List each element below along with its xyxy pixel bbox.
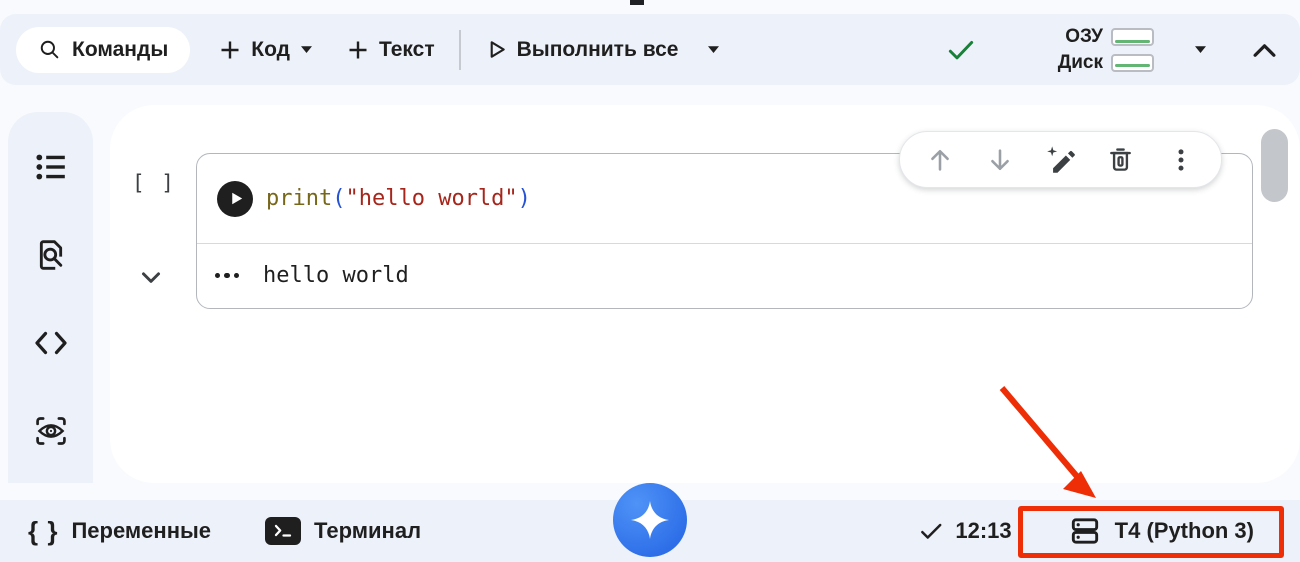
ram-usage-meter — [1111, 27, 1154, 46]
commands-button[interactable]: Команды — [16, 26, 191, 73]
sidebar-item-find-and-replace[interactable] — [34, 238, 68, 272]
sidebar-item-variable-inspector[interactable] — [34, 414, 68, 448]
code-brackets-icon — [34, 331, 67, 355]
add-code-label: Код — [251, 37, 290, 61]
main-toolbar: Команды Код Текст Выполнить все ОЗУ Диск — [0, 14, 1300, 85]
execution-time-indicator[interactable]: 12:13 — [918, 518, 1012, 544]
add-code-dropdown[interactable] — [290, 30, 324, 70]
code-token-string: "hello world" — [345, 186, 518, 211]
braces-icon: { } — [28, 516, 59, 546]
add-code-button[interactable]: Код — [218, 38, 290, 62]
check-icon — [921, 523, 942, 539]
move-cell-up-button[interactable] — [920, 140, 960, 180]
add-text-label: Текст — [378, 37, 435, 61]
left-sidebar — [8, 112, 93, 483]
terminal-label: Терминал — [314, 518, 422, 543]
connected-check-icon — [948, 40, 973, 59]
output-text: hello world — [263, 263, 409, 288]
cell-output-row: hello world — [197, 244, 1252, 307]
scrollbar-thumb[interactable] — [1261, 129, 1288, 202]
colab-window: Команды Код Текст Выполнить все ОЗУ Диск… — [0, 0, 1300, 562]
arrow-up-icon — [931, 149, 949, 171]
gemini-button[interactable] — [613, 483, 687, 557]
variables-button[interactable]: { } Переменные — [28, 518, 211, 544]
resources-indicator[interactable]: ОЗУ Диск — [1058, 26, 1154, 74]
plus-icon — [349, 41, 367, 58]
resources-dropdown[interactable] — [1180, 30, 1220, 70]
sidebar-item-code-snippets[interactable] — [34, 326, 68, 360]
ram-label: ОЗУ — [1065, 25, 1103, 47]
chevron-down-icon — [707, 46, 719, 53]
delete-cell-button[interactable] — [1101, 140, 1141, 180]
toolbar-divider — [458, 29, 461, 70]
chevron-down-icon — [142, 272, 160, 283]
cropped-cursor-fragment — [630, 0, 644, 5]
runtime-server-icon — [1071, 518, 1098, 544]
kebab-menu-icon — [1178, 148, 1184, 171]
commands-label: Команды — [72, 37, 169, 61]
run-all-button[interactable]: Выполнить все — [485, 37, 679, 62]
eye-scan-icon — [35, 417, 66, 445]
trash-icon — [1110, 148, 1132, 171]
disk-label: Диск — [1057, 51, 1103, 73]
move-cell-down-button[interactable] — [980, 140, 1020, 180]
magic-pencil-icon — [1047, 145, 1076, 173]
code-token-paren-close: ) — [517, 186, 531, 211]
collapse-output-button[interactable] — [136, 262, 166, 297]
execution-time-label: 12:13 — [955, 518, 1012, 543]
sidebar-item-table-of-contents[interactable] — [34, 150, 68, 184]
run-all-label: Выполнить все — [516, 37, 679, 61]
chevron-up-icon — [1253, 43, 1275, 57]
execution-count-indicator: [ ] — [132, 171, 176, 195]
add-text-button[interactable]: Текст — [346, 38, 435, 62]
search-icon — [40, 40, 59, 59]
play-outline-icon — [490, 41, 505, 58]
more-actions-button[interactable] — [1161, 140, 1201, 180]
play-icon — [232, 192, 243, 205]
code-line[interactable]: print("hello world") — [266, 186, 531, 211]
code-token-function: print — [266, 186, 333, 211]
runtime-selector-button[interactable]: T4 (Python 3) — [1068, 514, 1254, 548]
chevron-down-icon — [301, 46, 313, 53]
table-of-contents-icon — [35, 154, 65, 180]
terminal-button[interactable]: Терминал — [265, 517, 421, 545]
runtime-label: T4 (Python 3) — [1114, 518, 1254, 543]
disk-usage-meter — [1111, 53, 1154, 72]
arrow-down-icon — [991, 148, 1010, 170]
collapse-toolbar-button[interactable] — [1244, 30, 1284, 70]
gemini-sparkle-icon — [631, 501, 669, 539]
cell-toolbar — [899, 131, 1222, 188]
variables-label: Переменные — [71, 518, 212, 543]
terminal-icon — [265, 517, 302, 545]
code-token-paren-open: ( — [332, 186, 346, 211]
run-cell-button[interactable] — [217, 180, 253, 217]
output-options-icon[interactable] — [215, 272, 239, 279]
plus-icon — [221, 41, 239, 58]
edit-with-ai-button[interactable] — [1040, 140, 1080, 180]
run-all-dropdown[interactable] — [696, 30, 730, 70]
chevron-down-icon — [1194, 46, 1206, 53]
document-search-icon — [39, 240, 62, 270]
